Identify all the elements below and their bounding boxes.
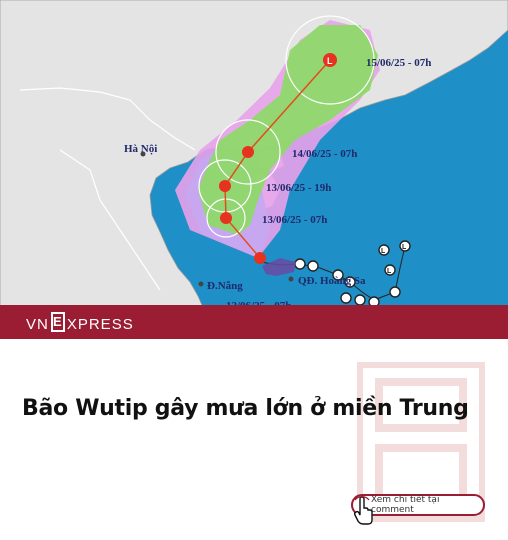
brand-bar: VN E XPRESS xyxy=(0,305,508,339)
typhoon-icon xyxy=(219,180,231,192)
track-label: 13/06/25 - 19h xyxy=(266,182,331,194)
paracel-dot xyxy=(288,276,294,282)
track-label: 15/06/25 - 07h xyxy=(366,57,431,69)
logo-e-box: E xyxy=(50,312,65,332)
danang-dot xyxy=(198,281,204,287)
typhoon-icon xyxy=(242,146,254,158)
svg-text:L: L xyxy=(327,56,333,66)
vnexpress-logo[interactable]: VN E XPRESS xyxy=(26,312,134,334)
typhoon-icon xyxy=(220,212,232,224)
current-storm-icon xyxy=(254,252,266,264)
svg-text:L: L xyxy=(387,268,392,275)
logo-suffix: XPRESS xyxy=(66,315,134,333)
pointer-hand-icon xyxy=(352,496,376,526)
svg-text:L: L xyxy=(402,244,407,251)
label-danang: Đ.Nẵng xyxy=(207,280,243,292)
label-hanoi: Hà Nội xyxy=(124,143,157,155)
article-headline[interactable]: Bão Wutip gây mưa lớn ở miền Trung xyxy=(22,396,469,421)
label-paracel: QĐ. Hoàng Sa xyxy=(298,275,366,287)
comment-button-label: Xem chi tiết tại comment xyxy=(371,495,440,515)
track-label: 13/06/25 - 07h xyxy=(262,214,327,226)
storm-track-map: L L L L Hà Nội Đ.Nẵng QĐ. Hoàng Sa 12/06… xyxy=(0,0,508,336)
track-label: 14/06/25 - 07h xyxy=(292,148,357,160)
logo-prefix: VN xyxy=(26,315,49,333)
svg-text:L: L xyxy=(381,248,386,255)
